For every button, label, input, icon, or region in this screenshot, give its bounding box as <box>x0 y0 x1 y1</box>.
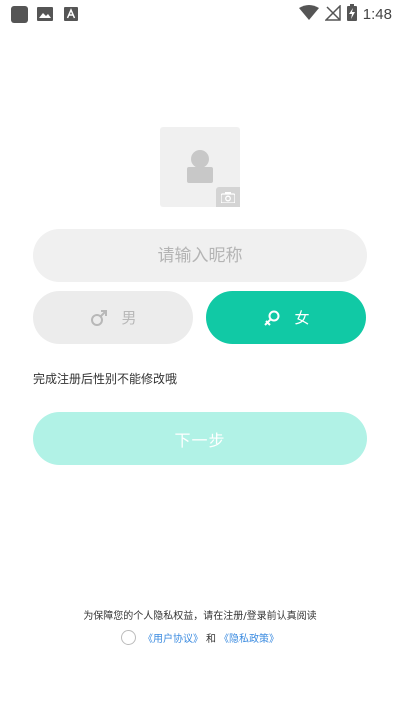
user-agreement-link[interactable]: 《用户协议》 <box>143 630 203 645</box>
female-symbol-icon <box>262 308 282 328</box>
privacy-notice: 为保障您的个人隐私权益，请在注册/登录前认真阅读 <box>83 611 317 622</box>
app-square-icon <box>10 5 28 23</box>
camera-icon <box>216 187 240 207</box>
font-a-icon <box>62 5 80 23</box>
agreement-row: 《用户协议》 和 《隐私政策》 <box>0 630 400 645</box>
no-signal-icon <box>323 3 341 25</box>
battery-charging-icon <box>346 4 357 25</box>
gender-male-label: 男 <box>121 309 137 327</box>
status-time: 1:48 <box>362 6 392 23</box>
male-symbol-icon <box>89 308 109 328</box>
image-icon <box>36 5 54 23</box>
status-bar-right: 1:48 <box>298 3 392 25</box>
gender-female-button[interactable]: 女 <box>206 291 366 344</box>
agreement-conjunction: 和 <box>206 634 216 645</box>
nickname-input[interactable] <box>33 229 367 282</box>
person-placeholder-icon <box>191 150 209 168</box>
wifi-icon <box>298 4 319 25</box>
gender-female-label: 女 <box>294 309 310 327</box>
gender-male-button[interactable]: 男 <box>33 291 193 344</box>
person-placeholder-body <box>187 167 213 183</box>
privacy-policy-link[interactable]: 《隐私政策》 <box>219 630 279 645</box>
next-button[interactable]: 下一步 <box>33 412 367 465</box>
agreement-checkbox[interactable] <box>121 630 136 645</box>
avatar-upload[interactable] <box>160 127 240 207</box>
gender-hint: 完成注册后性别不能修改哦 <box>33 372 178 386</box>
status-bar-left <box>10 5 80 23</box>
status-bar: 1:48 <box>0 0 400 28</box>
